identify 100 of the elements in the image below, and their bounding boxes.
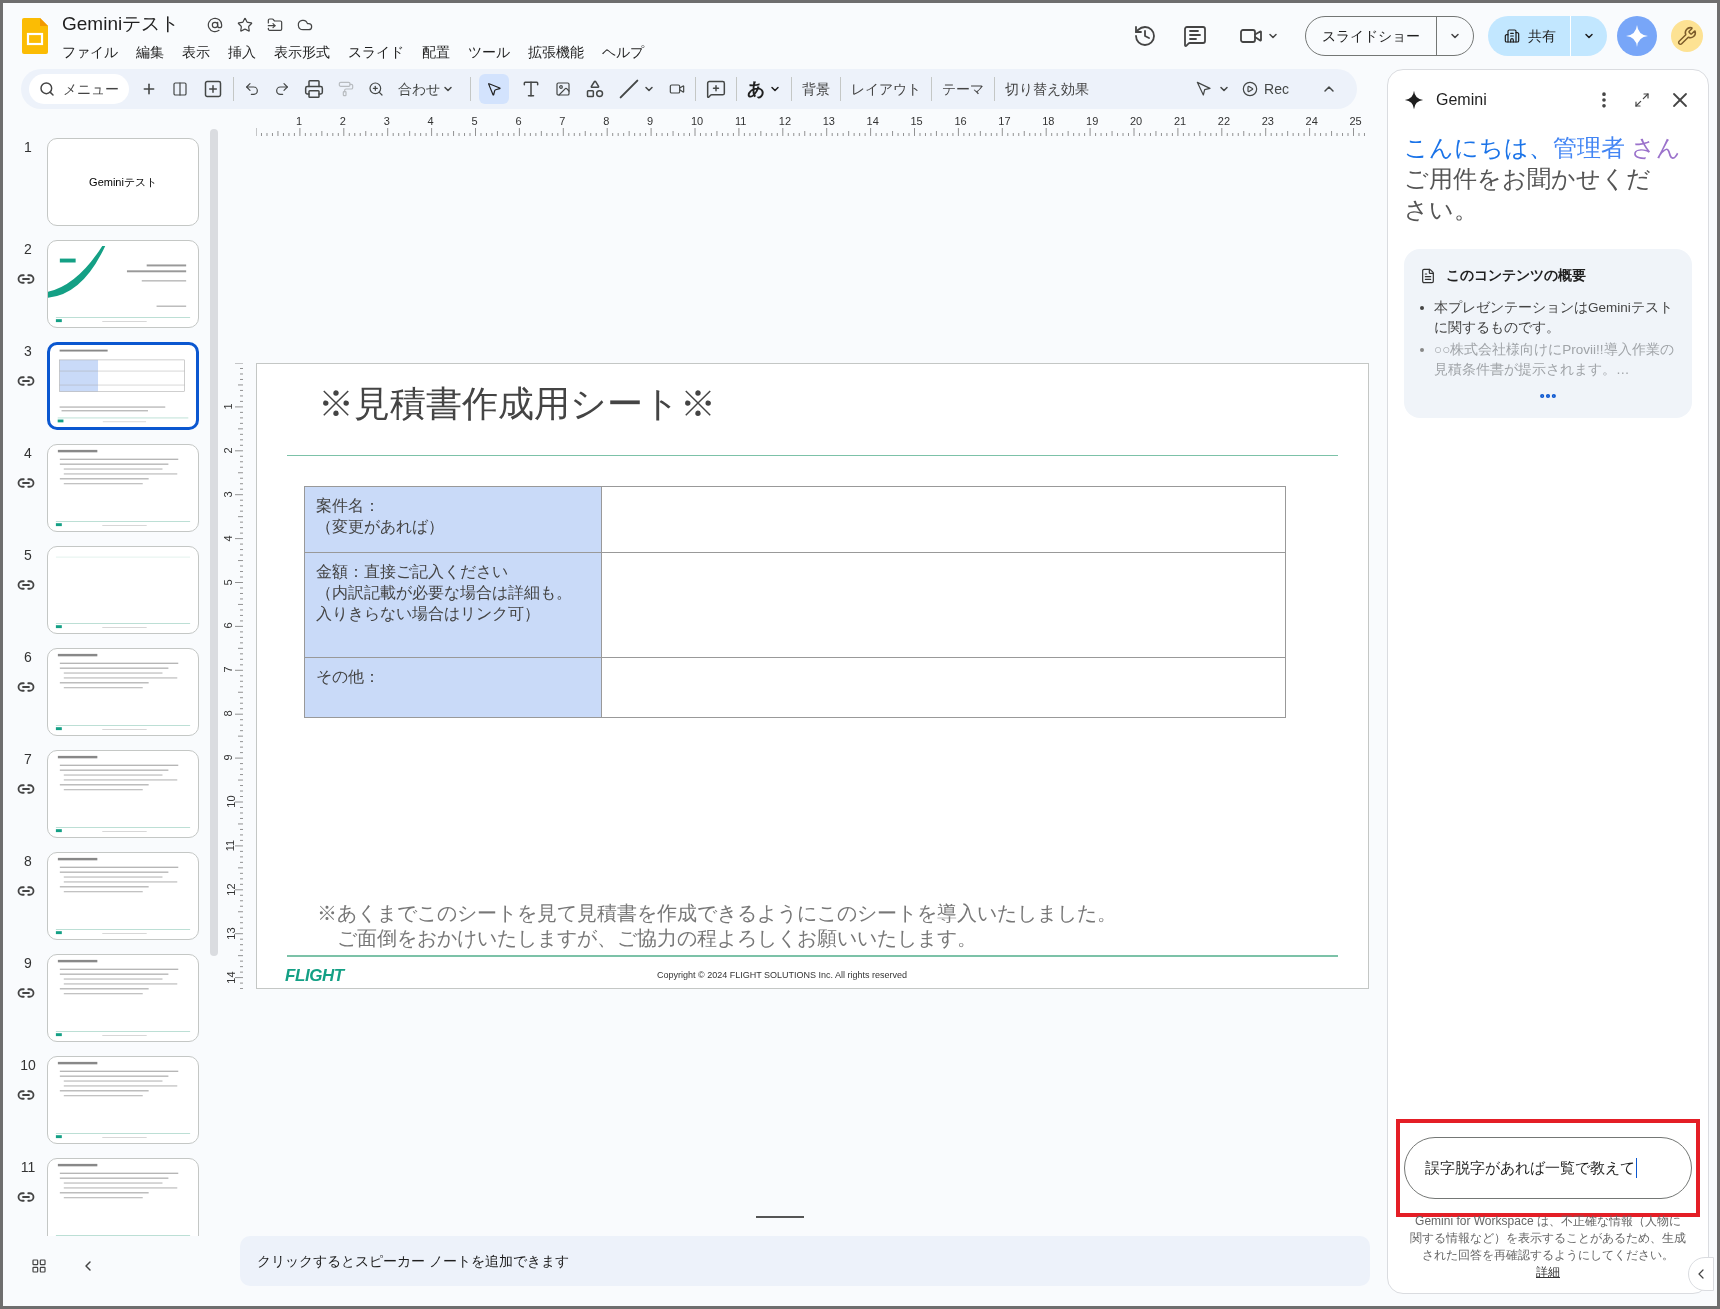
ruler-number: 4 xyxy=(427,116,434,127)
slide-number: 5 xyxy=(23,548,32,562)
zoom-icon[interactable] xyxy=(368,81,384,97)
ruler-number: 9 xyxy=(222,754,234,761)
menu-item[interactable]: ヘルプ xyxy=(594,40,652,64)
cell-text: 入りきらない場合はリンク可） xyxy=(316,604,541,625)
summary-bullet: ○○株式会社様向けにProvii!!導入作業の見積条件書が提示されます。… xyxy=(1434,341,1675,379)
toolbar-text-button[interactable]: 背景 xyxy=(802,78,830,100)
slide-number: 6 xyxy=(23,650,32,664)
text-style-dropdown[interactable]: あ xyxy=(747,75,781,103)
ruler-number: 9 xyxy=(647,116,654,127)
add-comment-icon[interactable] xyxy=(706,79,726,99)
comment-icon[interactable] xyxy=(1183,24,1207,48)
select-tool-button[interactable] xyxy=(479,74,509,104)
speaker-notes-field[interactable]: クリックするとスピーカー ノートを追加できます xyxy=(240,1236,1370,1286)
slide-thumbnail[interactable] xyxy=(47,852,199,940)
image-icon[interactable] xyxy=(555,81,571,97)
ruler-number: 14 xyxy=(866,116,879,127)
cursor-icon xyxy=(486,81,502,97)
grid-view-icon[interactable] xyxy=(31,1258,47,1274)
menu-item[interactable]: ツール xyxy=(460,40,518,64)
menu-item[interactable]: スライド xyxy=(340,40,412,64)
slide-thumbnail[interactable] xyxy=(47,546,199,634)
at-sign-icon[interactable] xyxy=(207,16,224,33)
plus-icon[interactable] xyxy=(141,81,157,97)
prompt-text: ご用件をお聞かせください。 xyxy=(1404,164,1652,225)
ruler-number: 14 xyxy=(225,970,237,984)
ruler-number: 10 xyxy=(225,795,237,808)
cell-text: （内訳記載が必要な場合は詳細も。 xyxy=(316,583,573,604)
search-icon xyxy=(39,81,55,97)
text-box-icon[interactable] xyxy=(521,79,541,99)
ruler-number: 13 xyxy=(822,116,835,127)
ruler-number: 8 xyxy=(222,710,234,717)
ruler-number: 18 xyxy=(1042,116,1055,127)
avatar[interactable] xyxy=(1671,20,1703,52)
slide-thumbnail[interactable]: Geminiテスト xyxy=(47,138,199,226)
menu-item[interactable]: 編集 xyxy=(128,40,172,64)
ruler-number: 17 xyxy=(998,116,1011,127)
print-icon[interactable] xyxy=(304,79,324,99)
summary-bullet: 本プレゼンテーションはGeminiテストに関するものです。 xyxy=(1434,299,1674,337)
menu-item[interactable]: 拡張機能 xyxy=(520,40,592,64)
layout-icon[interactable] xyxy=(170,81,190,97)
toolbar-text-button[interactable]: レイアウト xyxy=(851,78,921,100)
new-slide-icon[interactable] xyxy=(203,79,223,99)
greeting-text: 管理者 xyxy=(1553,133,1625,163)
share-button[interactable]: 共有 xyxy=(1488,16,1571,56)
ruler-number: 8 xyxy=(603,116,610,127)
ruler-number: 11 xyxy=(734,116,747,127)
redo-icon[interactable] xyxy=(274,81,290,97)
slide-number: 9 xyxy=(23,956,32,970)
zoom-dropdown[interactable]: 合わせ xyxy=(398,78,462,100)
slide-thumbnail[interactable] xyxy=(47,1056,199,1144)
summary-title: このコンテンツの概要 xyxy=(1446,266,1586,285)
details-link[interactable]: 詳細 xyxy=(1536,1265,1560,1279)
history-icon[interactable] xyxy=(1133,24,1157,48)
menu-item[interactable]: 配置 xyxy=(414,40,458,64)
menu-item[interactable]: 表示 xyxy=(174,40,218,64)
menu-item[interactable]: 表示形式 xyxy=(266,40,338,64)
wrench-icon xyxy=(1677,26,1697,46)
ruler-number: 7 xyxy=(222,666,234,673)
side-panel-toggle[interactable] xyxy=(1688,1257,1714,1291)
ruler-number: 23 xyxy=(1261,116,1274,127)
copyright-text: Copyright © 2024 FLIGHT SOLUTIONS Inc. All rights reserved xyxy=(657,968,908,982)
rec-button[interactable]: Rec xyxy=(1242,78,1289,100)
slide-thumbnail[interactable] xyxy=(47,750,199,838)
ruler-number: 11 xyxy=(225,839,237,852)
document-title[interactable]: Geminiテスト xyxy=(62,10,180,39)
pointer-icon[interactable] xyxy=(1196,81,1213,97)
slide-thumbnail[interactable] xyxy=(47,444,199,532)
ruler-number: 22 xyxy=(1217,116,1231,127)
slide-heading[interactable]: ※見積書作成用シート※ xyxy=(318,386,1338,422)
search-menu-field[interactable]: メニュー xyxy=(29,74,129,104)
line-icon[interactable] xyxy=(619,79,639,99)
resize-handle[interactable] xyxy=(756,1216,804,1218)
ruler-number: 15 xyxy=(910,116,923,127)
slide-thumbnail[interactable] xyxy=(47,1158,199,1236)
shapes-icon[interactable] xyxy=(585,79,605,99)
input-text: 誤字脱字があれば一覧で教えて xyxy=(1425,1157,1635,1178)
move-folder-icon[interactable] xyxy=(267,16,284,33)
cell-text: （変更があれば） xyxy=(316,517,445,538)
slideshow-button[interactable]: スライドショー xyxy=(1306,17,1437,55)
menu-item[interactable]: 挿入 xyxy=(220,40,264,64)
toolbar-text-button[interactable]: 切り替え効果 xyxy=(1005,78,1089,100)
video-icon[interactable] xyxy=(669,81,685,97)
bullet-icon xyxy=(1420,348,1424,352)
slide-thumbnail[interactable] xyxy=(47,342,199,430)
toolbar-text-button[interactable]: テーマ xyxy=(942,78,984,100)
slide-thumbnail[interactable] xyxy=(47,954,199,1042)
slide-thumbnail[interactable] xyxy=(47,240,199,328)
undo-icon[interactable] xyxy=(244,81,260,97)
ruler-number: 13 xyxy=(225,927,237,940)
star-icon[interactable] xyxy=(237,16,254,33)
scrollbar[interactable] xyxy=(210,129,218,956)
note-text: ※あくまでこのシートを見て見積書を作成できるようにこのシートを導入いたしました。 xyxy=(317,901,1118,927)
ruler-number: 5 xyxy=(222,578,234,586)
slide-thumbnail[interactable] xyxy=(47,648,199,736)
ruler-number: 6 xyxy=(222,622,234,629)
menu-item[interactable]: ファイル xyxy=(62,40,126,64)
ruler-number: 2 xyxy=(222,447,234,454)
expand-icon[interactable] xyxy=(1634,92,1650,108)
